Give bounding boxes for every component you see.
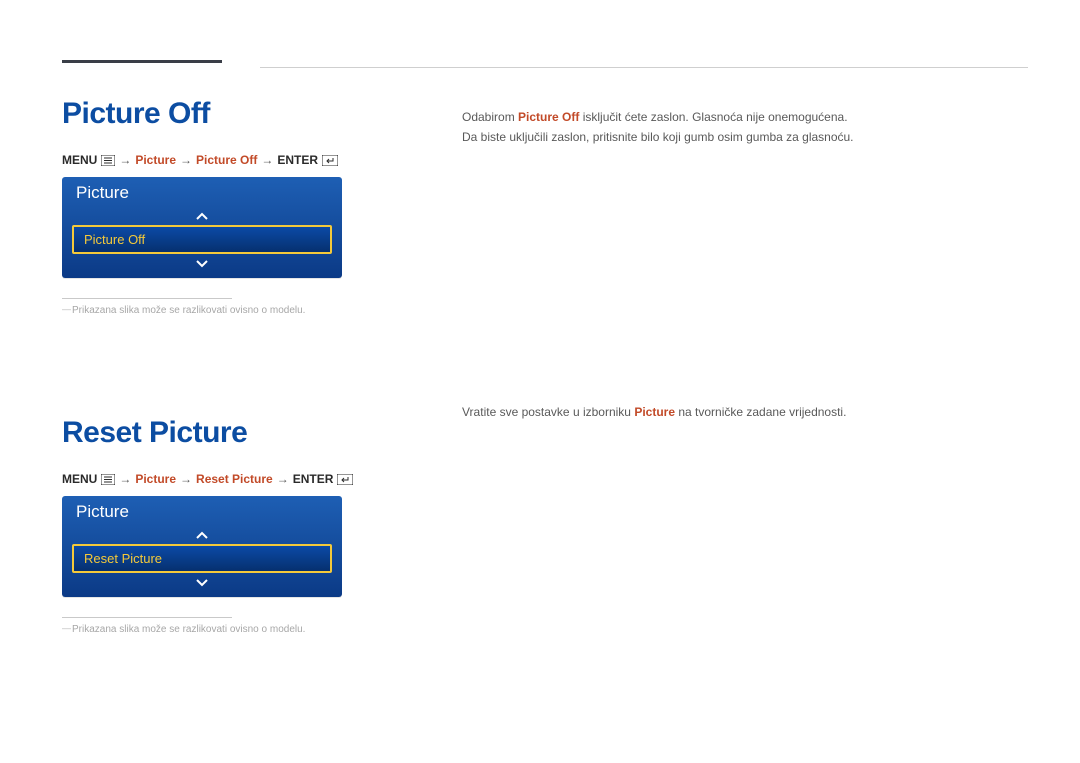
arrow-icon: → [119, 472, 131, 486]
body-highlight: Picture Off [518, 110, 579, 124]
chevron-up-icon[interactable] [62, 526, 342, 544]
breadcrumb-step2: Reset Picture [196, 472, 273, 486]
breadcrumb-enter-label: ENTER [277, 153, 318, 167]
body-text: Vratite sve postavke u izborniku [462, 405, 634, 419]
osd-title: Picture [62, 496, 342, 526]
section-title-reset-picture: Reset Picture [62, 416, 402, 450]
caption-separator [62, 617, 232, 618]
breadcrumb-enter-label: ENTER [293, 472, 334, 486]
breadcrumb-step1: Picture [135, 472, 176, 486]
arrow-icon: → [180, 472, 192, 486]
osd-selected-item[interactable]: Picture Off [72, 225, 332, 254]
enter-icon [322, 155, 338, 166]
body-text: Odabirom [462, 110, 518, 124]
body-highlight: Picture [634, 405, 675, 419]
section-body-picture-off: Odabirom Picture Off isključit ćete zasl… [462, 67, 1030, 148]
menu-icon [101, 155, 115, 166]
body-text: Da biste uključili zaslon, pritisnite bi… [462, 127, 1030, 147]
menu-icon [101, 474, 115, 485]
breadcrumb-step1: Picture [135, 153, 176, 167]
enter-icon [337, 474, 353, 485]
arrow-icon: → [261, 153, 273, 167]
arrow-icon: → [180, 153, 192, 167]
breadcrumb-picture-off: MENU → Picture → Picture Off → ENTER [62, 153, 402, 167]
header-rule [260, 67, 1028, 68]
model-disclaimer: Prikazana slika može se razlikovati ovis… [62, 624, 402, 635]
osd-selected-item[interactable]: Reset Picture [72, 544, 332, 573]
breadcrumb-menu-label: MENU [62, 153, 97, 167]
section-body-reset-picture: Vratite sve postavke u izborniku Picture… [462, 386, 1030, 422]
breadcrumb-reset-picture: MENU → Picture → Reset Picture → ENTER [62, 472, 402, 486]
osd-panel-picture-off: Picture Picture Off [62, 177, 342, 278]
breadcrumb-step2: Picture Off [196, 153, 257, 167]
caption-separator [62, 298, 232, 299]
osd-panel-reset-picture: Picture Reset Picture [62, 496, 342, 597]
arrow-icon: → [277, 472, 289, 486]
section-title-picture-off: Picture Off [62, 97, 402, 131]
chevron-up-icon[interactable] [62, 207, 342, 225]
model-disclaimer: Prikazana slika može se razlikovati ovis… [62, 305, 402, 316]
osd-title: Picture [62, 177, 342, 207]
chevron-down-icon[interactable] [62, 254, 342, 272]
breadcrumb-menu-label: MENU [62, 472, 97, 486]
body-text: isključit ćete zaslon. Glasnoća nije one… [579, 110, 847, 124]
chevron-down-icon[interactable] [62, 573, 342, 591]
arrow-icon: → [119, 153, 131, 167]
header-accent-bar [62, 60, 222, 63]
body-text: na tvorničke zadane vrijednosti. [675, 405, 846, 419]
